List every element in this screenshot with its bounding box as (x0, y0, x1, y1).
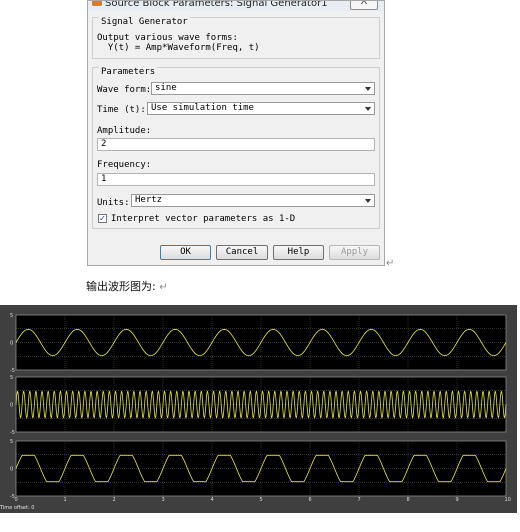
units-value: Hertz (135, 195, 163, 205)
amplitude-label: Amplitude: (97, 126, 152, 136)
y-tick-label: 5 (10, 313, 13, 319)
time-select[interactable]: Use simulation time (147, 102, 375, 115)
frequency-label: Frequency: (97, 160, 152, 170)
dialog-title: Source Block Parameters: Signal Generato… (105, 1, 328, 9)
x-tick-label: 10 (505, 497, 511, 503)
ok-button[interactable]: OK (160, 245, 211, 260)
block-description-group: Signal Generator Output various wave for… (92, 17, 380, 59)
units-label: Units: (97, 198, 130, 208)
close-button[interactable]: X (350, 1, 378, 10)
time-offset-value: 0 (31, 505, 35, 511)
time-label: Time (t): (97, 105, 146, 115)
scope-window: 5 0 -5 5 0 -5 5 0 -5 0 1 2 3 4 5 6 7 8 9 10 (0, 305, 517, 513)
vector-checkbox[interactable]: ✓ (98, 214, 107, 223)
chevron-down-icon (365, 87, 371, 91)
caption-label: 输出波形图为: (86, 280, 156, 293)
description-line-1: Output various wave forms: (97, 33, 238, 43)
y-tick-label: -5 (10, 430, 15, 436)
scope-plot: 50-550-550-5 0 1 2 3 4 5 6 7 8 9 10 (10, 313, 511, 503)
x-tick-label: 3 (162, 497, 165, 503)
x-tick-label: 7 (358, 497, 361, 503)
x-tick-label: 5 (260, 497, 263, 503)
cancel-button[interactable]: Cancel (216, 245, 268, 260)
y-tick-label: 0 (10, 341, 13, 347)
x-tick-label: 0 (15, 497, 18, 503)
x-tick-label: 2 (113, 497, 116, 503)
dialog-titlebar: Source Block Parameters: Signal Generato… (88, 1, 384, 11)
x-tick-label: 6 (309, 497, 312, 503)
description-line-2: Y(t) = Amp*Waveform(Freq, t) (97, 43, 260, 53)
y-tick-label: 5 (10, 439, 13, 445)
block-name: Signal Generator (99, 17, 190, 27)
vector-label: Interpret vector parameters as 1-D (111, 214, 296, 224)
x-tick-label: 1 (64, 497, 67, 503)
paragraph-mark: ↵ (386, 258, 395, 269)
x-tick-label: 4 (211, 497, 214, 503)
paragraph-mark: ↵ (159, 282, 168, 293)
time-offset-readout: Time offset: 0 (0, 505, 34, 511)
y-tick-label: -5 (10, 368, 15, 374)
signal-generator-dialog: Source Block Parameters: Signal Generato… (87, 0, 385, 266)
amplitude-field[interactable]: 2 (97, 138, 375, 151)
x-tick-label: 8 (407, 497, 410, 503)
help-button[interactable]: Help (273, 245, 324, 260)
y-tick-label: 0 (10, 467, 13, 473)
y-tick-label: 0 (10, 403, 13, 409)
units-select[interactable]: Hertz (131, 194, 375, 207)
waveform-select[interactable]: sine (151, 82, 375, 95)
caption-text: 输出波形图为: ↵ (86, 278, 168, 294)
time-offset-label: Time offset: (0, 505, 30, 511)
waveform-value: sine (155, 83, 177, 93)
apply-button[interactable]: Apply (329, 245, 380, 260)
y-tick-label: 5 (10, 375, 13, 381)
parameters-group: Parameters Wave form: sine Time (t): Use… (92, 67, 380, 229)
simulink-block-icon (92, 1, 102, 6)
x-tick-label: 9 (456, 497, 459, 503)
chevron-down-icon (365, 107, 371, 111)
frequency-field[interactable]: 1 (97, 173, 375, 186)
chevron-down-icon (365, 199, 371, 203)
parameters-title: Parameters (99, 67, 158, 77)
waveform-label: Wave form: (97, 85, 152, 95)
time-value: Use simulation time (151, 103, 254, 113)
